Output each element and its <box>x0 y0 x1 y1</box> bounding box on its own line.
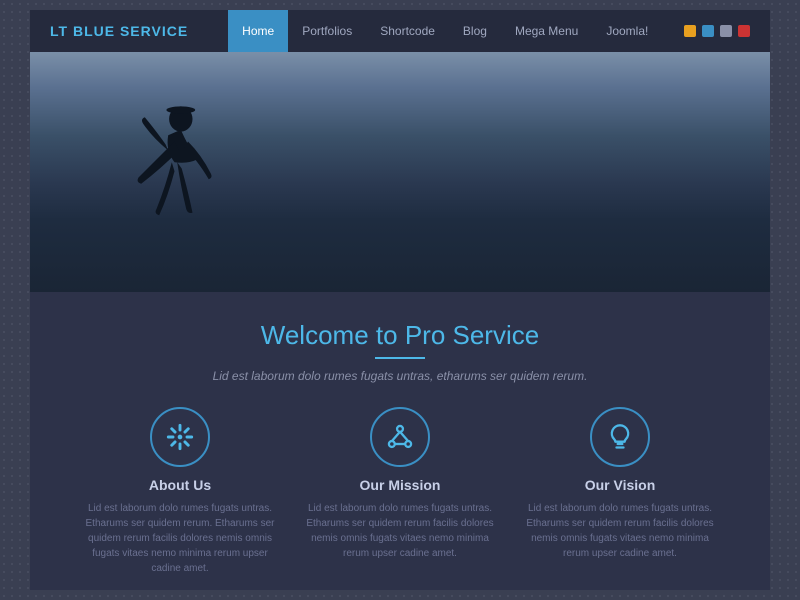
feature-about-us: About Us Lid est laborum dolo rumes fuga… <box>80 407 280 576</box>
icon-gray[interactable] <box>720 25 732 37</box>
welcome-title: Welcome to Pro Service <box>261 320 539 351</box>
site-container: LT BLUE SERVICE Home Portfolios Shortcod… <box>30 10 770 590</box>
icon-orange[interactable] <box>684 25 696 37</box>
content-section: Welcome to Pro Service Lid est laborum d… <box>30 292 770 590</box>
navbar-icons <box>684 25 750 37</box>
hero-section <box>30 52 770 292</box>
nav-item-home[interactable]: Home <box>228 10 288 52</box>
our-vision-text: Lid est laborum dolo rumes fugats untras… <box>520 501 720 561</box>
lightbulb-icon <box>606 423 634 451</box>
nav-item-portfolios[interactable]: Portfolios <box>288 10 366 52</box>
our-mission-icon-circle[interactable] <box>370 407 430 467</box>
about-us-icon-circle[interactable] <box>150 407 210 467</box>
asterisk-icon <box>166 423 194 451</box>
nav-item-blog[interactable]: Blog <box>449 10 501 52</box>
about-us-title: About Us <box>149 477 211 493</box>
feature-our-mission: Our Mission Lid est laborum dolo rumes f… <box>300 407 500 576</box>
features-row: About Us Lid est laborum dolo rumes fuga… <box>70 407 730 576</box>
network-icon <box>386 423 414 451</box>
our-mission-text: Lid est laborum dolo rumes fugats untras… <box>300 501 500 561</box>
nav-item-mega-menu[interactable]: Mega Menu <box>501 10 592 52</box>
icon-red[interactable] <box>738 25 750 37</box>
welcome-underline <box>375 357 425 359</box>
navbar: LT BLUE SERVICE Home Portfolios Shortcod… <box>30 10 770 52</box>
our-vision-title: Our Vision <box>585 477 656 493</box>
our-vision-icon-circle[interactable] <box>590 407 650 467</box>
about-us-text: Lid est laborum dolo rumes fugats untras… <box>80 501 280 576</box>
nav-item-joomla[interactable]: Joomla! <box>592 10 662 52</box>
brand-logo[interactable]: LT BLUE SERVICE <box>50 23 188 39</box>
our-mission-title: Our Mission <box>360 477 441 493</box>
feature-our-vision: Our Vision Lid est laborum dolo rumes fu… <box>520 407 720 576</box>
icon-blue[interactable] <box>702 25 714 37</box>
page-wrapper: LT BLUE SERVICE Home Portfolios Shortcod… <box>0 0 800 600</box>
nav-menu: Home Portfolios Shortcode Blog Mega Menu… <box>228 10 684 52</box>
welcome-title-highlight: Pro Service <box>405 320 539 350</box>
welcome-subtitle: Lid est laborum dolo rumes fugats untras… <box>213 369 588 383</box>
hero-silhouette <box>110 92 230 272</box>
nav-item-shortcode[interactable]: Shortcode <box>366 10 449 52</box>
